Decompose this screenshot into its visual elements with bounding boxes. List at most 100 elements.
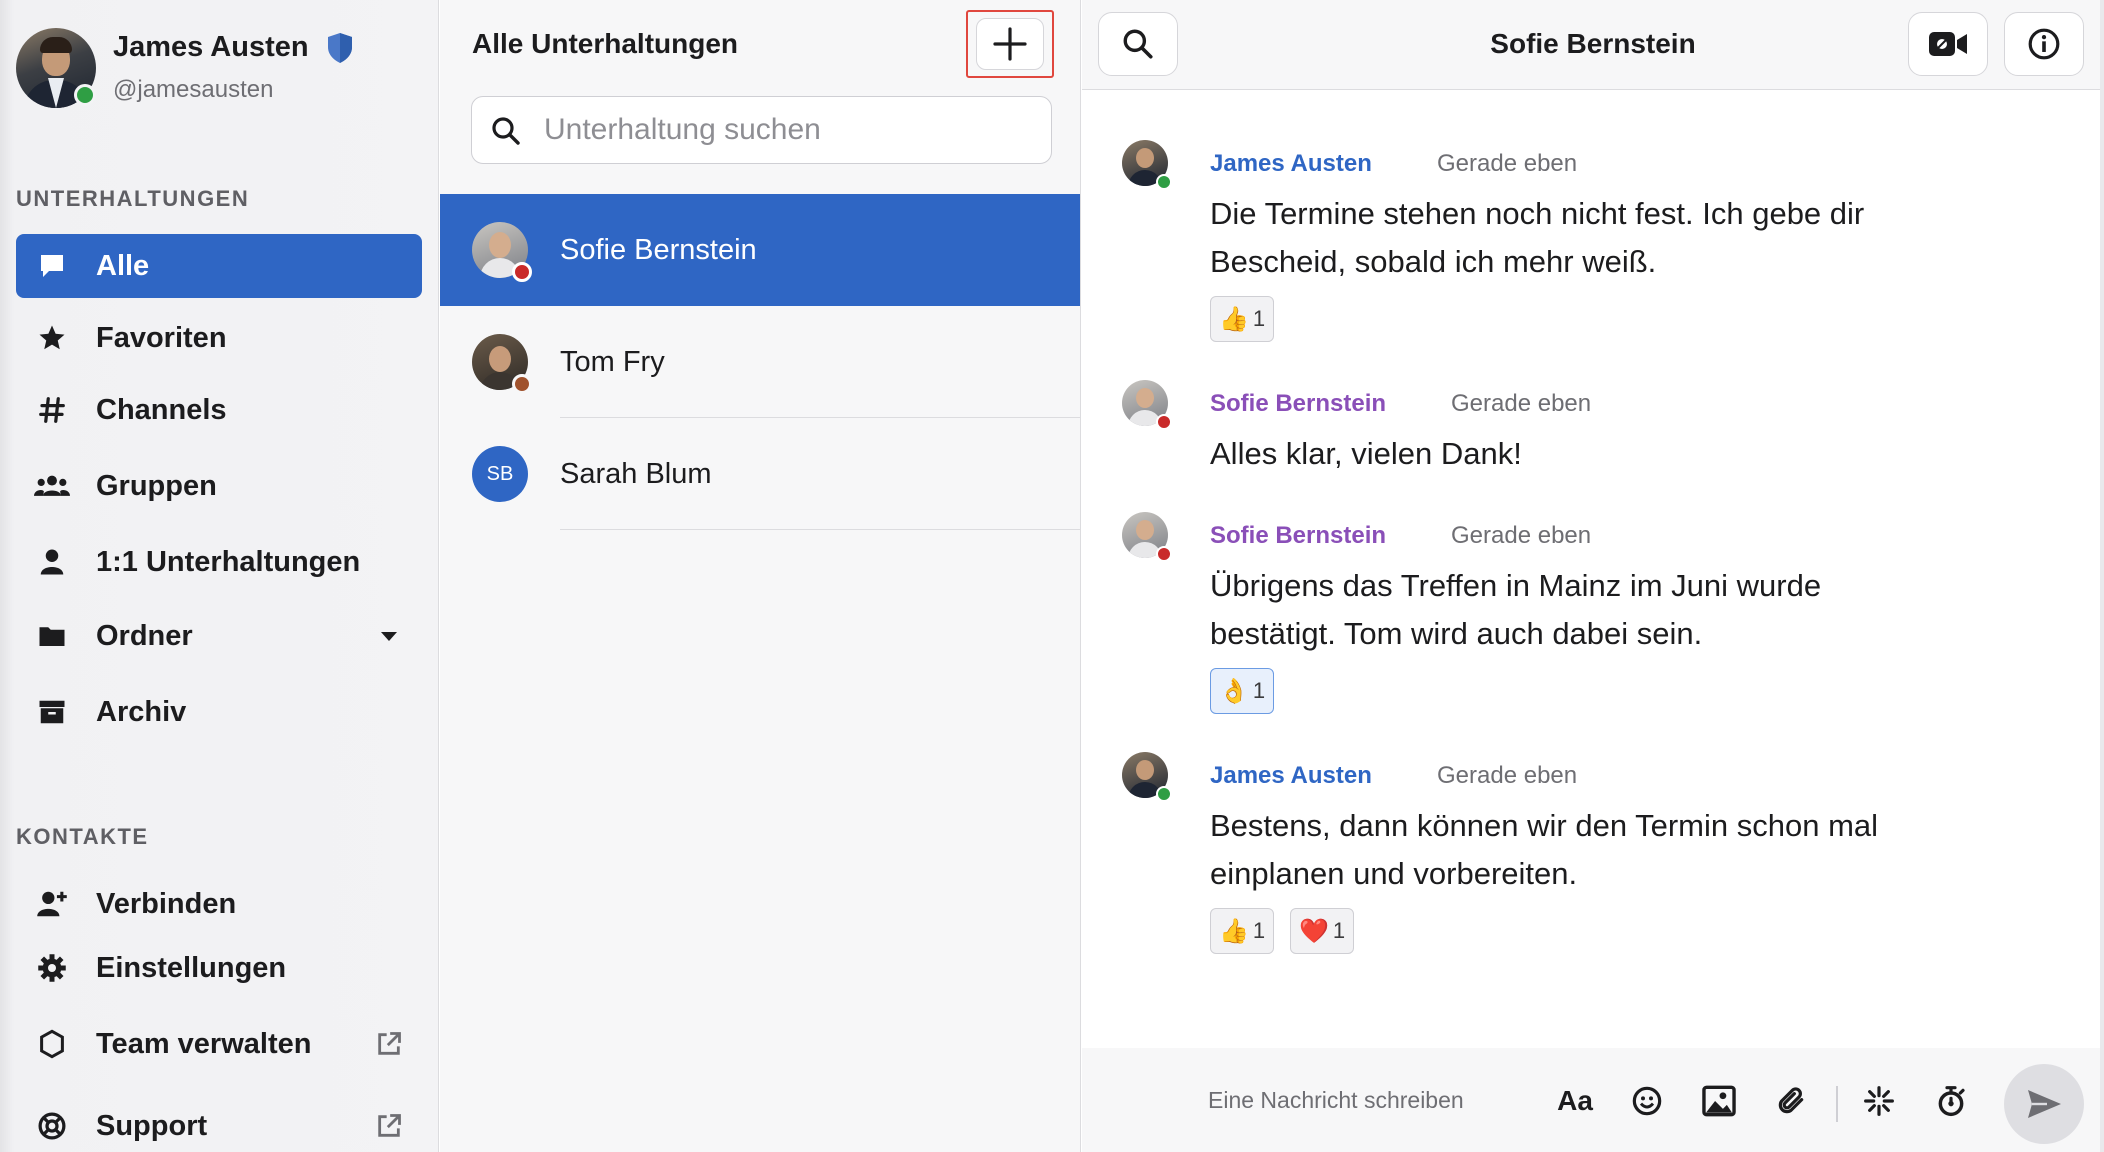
message-time: Gerade eben	[1437, 762, 1578, 789]
sidebar-item-verbinden[interactable]: Verbinden	[16, 872, 422, 936]
text-format-label: Aa	[1557, 1085, 1593, 1116]
sidebar-item-label: Alle	[96, 249, 150, 282]
sidebar-item-1to1[interactable]: 1:1 Unterhaltungen	[16, 530, 422, 594]
reaction-heart[interactable]: ❤️ 1	[1290, 908, 1355, 954]
section-label-contacts: KONTAKTE	[16, 824, 149, 849]
toolbar-divider	[1836, 1086, 1838, 1122]
message-composer: Aa	[1082, 1048, 2104, 1152]
conversation-name: Sofie Bernstein	[560, 234, 757, 266]
folder-icon	[34, 618, 70, 654]
sidebar: James Austen @jamesausten UNTERHALTUNGEN…	[0, 0, 439, 1152]
conversation-item-sarah[interactable]: SB Sarah Blum	[440, 418, 1080, 530]
message-author[interactable]: Sofie Bernstein	[1210, 522, 1386, 550]
sidebar-item-label: Support	[96, 1109, 208, 1142]
sidebar-item-favoriten[interactable]: Favoriten	[16, 306, 422, 370]
message-text: Bestens, dann können wir den Termin scho…	[1210, 808, 1879, 891]
sidebar-item-einstellungen[interactable]: Einstellungen	[16, 936, 422, 1000]
verified-shield-icon	[328, 33, 352, 63]
person-icon	[34, 544, 70, 580]
sidebar-item-label: Einstellungen	[96, 951, 287, 984]
message: James Austen Gerade eben Die Termine ste…	[1122, 140, 2022, 350]
message-text: Übrigens das Treffen in Mainz im Juni wu…	[1210, 568, 1822, 651]
conversation-search[interactable]	[471, 96, 1052, 164]
conversation-item-sofie[interactable]: Sofie Bernstein	[440, 194, 1080, 306]
message-author[interactable]: James Austen	[1210, 150, 1372, 178]
attach-button[interactable]	[1772, 1082, 1810, 1120]
star-icon	[34, 320, 70, 356]
video-call-button[interactable]	[1908, 12, 1988, 76]
emoji-button[interactable]	[1628, 1082, 1666, 1120]
message-input[interactable]	[1208, 1080, 1588, 1120]
group-icon	[34, 468, 70, 504]
avatar-initials: SB	[486, 462, 514, 485]
sidebar-item-label: Gruppen	[96, 469, 217, 502]
sidebar-item-label: Ordner	[96, 619, 193, 652]
info-button[interactable]	[2004, 12, 2084, 76]
conversation-list: Alle Unterhaltungen Sofie Bernstein Tom …	[440, 0, 1081, 1152]
new-conversation-highlight	[966, 10, 1054, 78]
message-text: Alles klar, vielen Dank!	[1210, 436, 1522, 471]
info-icon	[2028, 28, 2060, 60]
sidebar-item-channels[interactable]: Channels	[16, 378, 422, 442]
send-button[interactable]	[2004, 1064, 2084, 1144]
divider	[560, 528, 1080, 530]
online-status-dot	[1156, 786, 1172, 802]
text-format-button[interactable]: Aa	[1556, 1082, 1594, 1120]
video-camera-icon	[1929, 32, 1967, 56]
message-author[interactable]: James Austen	[1210, 762, 1372, 790]
external-link-icon	[374, 1111, 404, 1141]
message-author[interactable]: Sofie Bernstein	[1210, 390, 1386, 418]
busy-status-dot	[1156, 414, 1172, 430]
conversation-list-title: Alle Unterhaltungen	[472, 28, 739, 59]
paperclip-icon	[1778, 1087, 1804, 1114]
new-conversation-button[interactable]	[976, 18, 1044, 70]
message-time: Gerade eben	[1451, 390, 1592, 417]
stopwatch-icon	[1938, 1086, 1965, 1117]
user-profile[interactable]: James Austen @jamesausten	[16, 24, 426, 114]
message: Sofie Bernstein Gerade eben Übrigens das…	[1122, 512, 2022, 722]
window-edge	[2100, 0, 2104, 1152]
caret-down-icon[interactable]	[374, 621, 404, 651]
sidebar-item-support[interactable]: Support	[16, 1094, 422, 1152]
message: James Austen Gerade eben Bestens, dann k…	[1122, 752, 2022, 962]
user-name: James Austen	[113, 31, 309, 63]
image-button[interactable]	[1700, 1082, 1738, 1120]
sidebar-item-label: Channels	[96, 393, 227, 426]
sidebar-item-gruppen[interactable]: Gruppen	[16, 454, 422, 518]
add-person-icon	[34, 886, 70, 922]
sidebar-item-alle[interactable]: Alle	[16, 234, 422, 298]
avatar: SB	[472, 446, 528, 502]
sidebar-item-ordner[interactable]: Ordner	[16, 604, 422, 668]
sidebar-item-label: Verbinden	[96, 887, 237, 920]
chat-bubble-icon	[34, 248, 70, 284]
sparkle-icon	[1864, 1086, 1894, 1116]
sidebar-item-label: 1:1 Unterhaltungen	[96, 545, 361, 578]
hash-icon	[34, 392, 70, 428]
smiley-icon	[1632, 1086, 1662, 1116]
busy-status-dot	[1156, 546, 1172, 562]
sidebar-item-label: Archiv	[96, 695, 187, 728]
lifebuoy-icon	[34, 1108, 70, 1144]
send-icon	[2028, 1090, 2061, 1118]
reaction-thumbs-up[interactable]: 👍 1	[1210, 908, 1275, 954]
gear-icon	[34, 950, 70, 986]
conversation-name: Tom Fry	[560, 346, 665, 378]
reaction-ok-hand[interactable]: 👌 1	[1210, 668, 1275, 714]
reaction-thumbs-up[interactable]: 👍 1	[1210, 296, 1275, 342]
external-link-icon	[374, 1029, 404, 1059]
sidebar-item-team-verwalten[interactable]: Team verwalten	[16, 1012, 422, 1076]
message-time: Gerade eben	[1437, 150, 1578, 177]
archive-icon	[34, 694, 70, 730]
away-status-dot	[512, 374, 532, 394]
sidebar-item-label: Team verwalten	[96, 1027, 312, 1060]
section-label-conversations: UNTERHALTUNGEN	[16, 186, 250, 211]
conversation-item-tom[interactable]: Tom Fry	[440, 306, 1080, 418]
search-input[interactable]	[544, 107, 1034, 153]
online-status-dot	[74, 84, 96, 106]
timer-button[interactable]	[1932, 1082, 1970, 1120]
busy-status-dot	[512, 262, 532, 282]
online-status-dot	[1156, 174, 1172, 190]
sidebar-item-archiv[interactable]: Archiv	[16, 680, 422, 744]
sparkle-button[interactable]	[1860, 1082, 1898, 1120]
message: Sofie Bernstein Gerade eben Alles klar, …	[1122, 380, 2022, 490]
